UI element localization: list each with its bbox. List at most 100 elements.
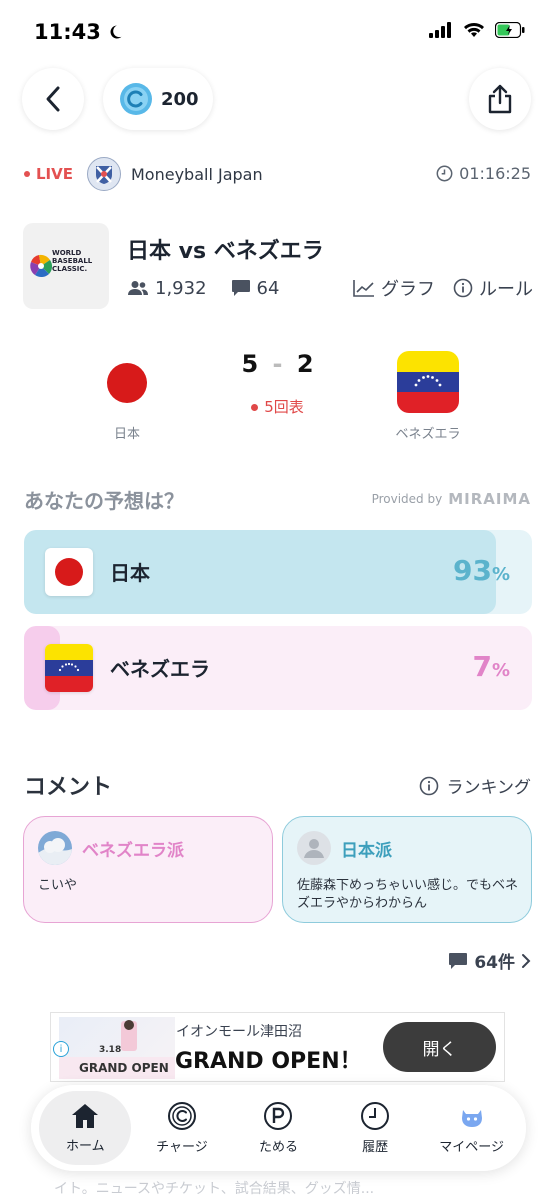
nav-label: チャージ (156, 1140, 208, 1155)
comment-text: こいや (38, 878, 78, 893)
comment-count[interactable]: 64 (231, 277, 280, 299)
comment-count-text: 64 (256, 277, 280, 299)
share-icon (488, 84, 512, 114)
percent-unit: % (491, 660, 510, 681)
ad-thumb-text: GRAND OPEN (79, 1061, 169, 1075)
ranking-button[interactable]: ランキング (419, 773, 532, 798)
nav-home[interactable]: ホーム (39, 1091, 132, 1165)
back-button[interactable] (22, 68, 84, 130)
comment-card[interactable]: ベネズエラ派 こいや (23, 816, 273, 923)
channel-name[interactable]: Moneyball Japan (131, 165, 263, 184)
coin-balance-button[interactable]: 200 (103, 68, 213, 130)
rules-button[interactable]: ルール (453, 275, 533, 301)
home-icon (72, 1104, 99, 1128)
status-bar-time: 11:43 (34, 20, 123, 44)
nav-earn[interactable]: ためる (232, 1091, 324, 1165)
ranking-label: ランキング (446, 778, 532, 798)
provider-logo: MIRAIMA (448, 490, 531, 508)
prediction-option-venezuela[interactable]: ベネズエラ 7% (24, 626, 532, 710)
away-team-label: ベネズエラ (395, 427, 461, 442)
clock-icon (361, 1102, 390, 1130)
mascot-icon (461, 1110, 482, 1127)
nav-charge[interactable]: チャージ (136, 1091, 228, 1165)
inning-text: 5回表 (264, 398, 304, 416)
moon-icon (110, 25, 122, 39)
graph-label: グラフ (381, 279, 435, 300)
nav-label: マイページ (439, 1140, 505, 1155)
elapsed-text: 01:16:25 (459, 164, 531, 183)
ad-thumb-date: 3.18 (99, 1045, 122, 1055)
ad-banner[interactable]: 3.18 GRAND OPEN i イオンモール津田沼 GRAND OPEN！ … (50, 1012, 505, 1082)
nav-label: 履歴 (362, 1140, 389, 1155)
rules-label: ルール (479, 279, 533, 300)
venezuela-flag-icon (45, 644, 93, 692)
logo-line-3: CLASSIC. (52, 265, 88, 273)
percent-unit: % (491, 564, 510, 585)
all-comments-link[interactable]: 64件 (448, 948, 531, 973)
comment-text: 佐藤森下めっちゃいい感じ。でもベネズエラやからわからん (297, 878, 519, 911)
percent-value: 7 (472, 650, 492, 683)
nav-mypage[interactable]: マイページ (426, 1091, 518, 1165)
chevron-left-icon (46, 86, 60, 112)
ad-open-button[interactable]: 開く (383, 1022, 496, 1072)
signal-icon (429, 22, 451, 38)
live-label: LIVE (36, 165, 73, 183)
ad-headline: GRAND OPEN！ (175, 1049, 362, 1074)
prediction-title: あなたの予想は？ (24, 489, 184, 513)
logo-line-2: BASEBALL (52, 257, 93, 265)
comment-header: ベネズエラ派 (38, 831, 184, 865)
away-score: 2 (296, 350, 314, 378)
nav-history[interactable]: 履歴 (329, 1091, 421, 1165)
comment-icon (231, 280, 250, 296)
comment-team: ベネズエラ派 (82, 840, 184, 861)
info-icon (419, 776, 438, 795)
battery-icon (495, 22, 525, 38)
bottom-navigation: ホーム チャージ ためる 履歴 マイページ (31, 1085, 526, 1171)
coin-icon (167, 1102, 196, 1130)
inning-indicator: 5回表 (0, 396, 555, 417)
points-icon (264, 1102, 293, 1130)
prediction-percent: 93% (453, 554, 510, 587)
prediction-percent: 7% (472, 650, 510, 683)
provided-by: Provided by MIRAIMA (372, 490, 531, 508)
nav-label: ためる (258, 1140, 298, 1155)
score-separator: - (272, 350, 283, 378)
percent-value: 93 (452, 554, 492, 587)
viewer-count: 1,932 (127, 278, 207, 299)
chart-icon (353, 280, 374, 297)
graph-button[interactable]: グラフ (353, 275, 435, 301)
comment-card[interactable]: 日本派 佐藤森下めっちゃいい感じ。でもベネズエラやからわからん (282, 816, 532, 923)
ad-info-icon[interactable]: i (53, 1041, 69, 1057)
wifi-icon (464, 23, 484, 37)
avatar (297, 831, 331, 865)
match-title: 日本 vs ベネズエラ (127, 239, 324, 264)
avatar (38, 831, 72, 865)
comment-team: 日本派 (341, 840, 392, 861)
info-icon (453, 278, 473, 298)
elapsed-time: 01:16:25 (436, 164, 531, 183)
comment-header: 日本派 (297, 831, 392, 865)
ad-advertiser: イオンモール津田沼 (176, 1024, 302, 1040)
viewer-count-text: 1,932 (155, 277, 207, 299)
live-dot (24, 171, 30, 177)
share-button[interactable] (469, 68, 531, 130)
prediction-option-japan[interactable]: 日本 93% (24, 530, 532, 614)
match-meta-row: 1,932 64 グラフ ルール (127, 275, 533, 301)
ad-thumbnail: 3.18 GRAND OPEN (59, 1017, 175, 1079)
prediction-bar-japan (24, 530, 497, 614)
inning-dot (251, 404, 259, 411)
home-team-label: 日本 (113, 427, 140, 442)
venezuela-flag-graphic (397, 351, 459, 413)
comment-count-label: 64件 (474, 953, 515, 973)
comments-title: コメント (24, 775, 113, 800)
provided-by-text: Provided by (371, 492, 443, 506)
prediction-team-name: 日本 (110, 561, 150, 585)
japan-flag-icon (45, 548, 93, 596)
comment-icon (449, 952, 468, 969)
background-text: イト。ニュースやチケット、試合結果、グッズ情... (54, 1181, 375, 1197)
channel-avatar[interactable] (87, 157, 121, 191)
coin-icon (120, 83, 152, 115)
wbc-logo-text: WORLD BASEBALL CLASSIC. (52, 249, 108, 273)
clock-text: 11:43 (34, 20, 101, 44)
people-icon (128, 281, 148, 295)
